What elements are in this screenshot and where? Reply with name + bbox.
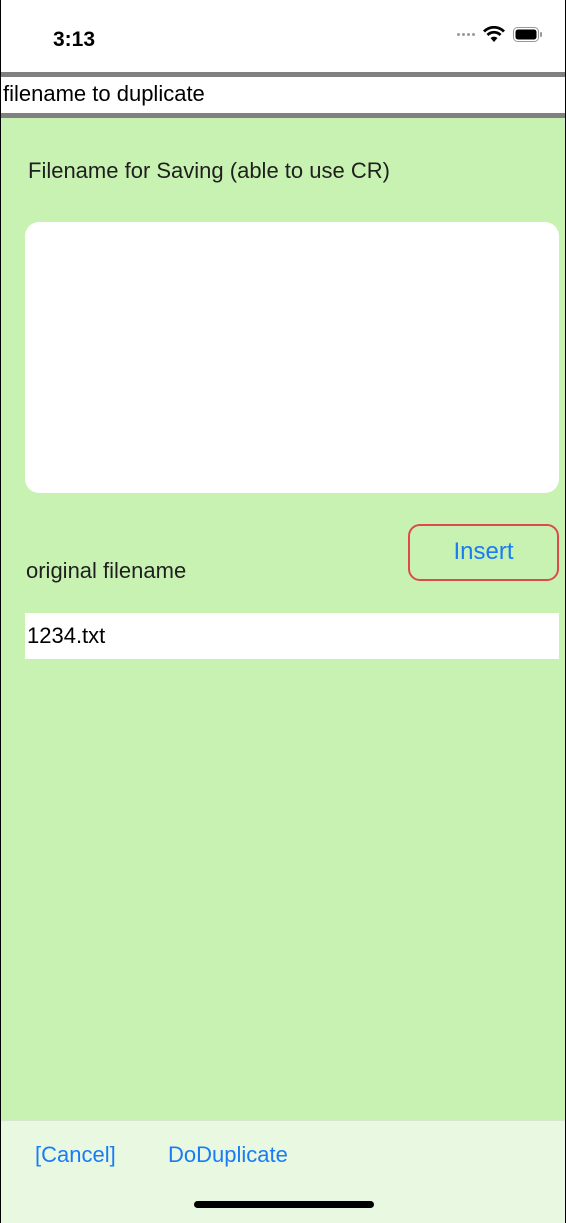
screen: 3:13 filename to duplicate Filename for … xyxy=(0,0,566,1223)
status-bar: 3:13 xyxy=(1,0,565,72)
signal-icon xyxy=(457,33,475,36)
wifi-icon xyxy=(483,26,505,42)
save-filename-textarea[interactable] xyxy=(25,222,559,493)
page-title: filename to duplicate xyxy=(3,81,205,106)
do-duplicate-button[interactable]: DoDuplicate xyxy=(168,1142,288,1168)
insert-button-label: Insert xyxy=(453,538,514,565)
title-bar: filename to duplicate xyxy=(1,72,565,118)
insert-button[interactable]: Insert xyxy=(408,524,559,581)
battery-icon xyxy=(513,27,542,42)
bottom-toolbar: [Cancel] DoDuplicate xyxy=(1,1120,565,1223)
status-time: 3:13 xyxy=(53,28,96,51)
cancel-button[interactable]: [Cancel] xyxy=(35,1142,116,1168)
home-indicator[interactable] xyxy=(194,1201,374,1208)
status-icons xyxy=(457,26,543,43)
original-filename-field[interactable]: 1234.txt xyxy=(25,613,559,659)
original-filename-label: original filename xyxy=(26,558,187,583)
main-content: Filename for Saving (able to use CR) Ins… xyxy=(1,118,565,1120)
save-filename-label: Filename for Saving (able to use CR) xyxy=(28,158,390,183)
